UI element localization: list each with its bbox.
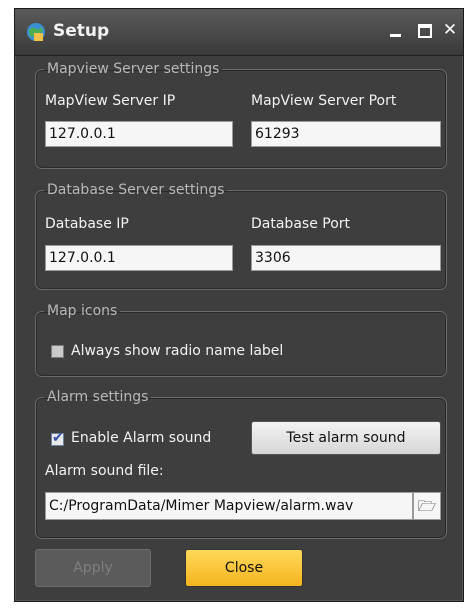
folder-open-icon[interactable]: 🗁 bbox=[413, 492, 441, 520]
enable-alarm-label[interactable]: Enable Alarm sound bbox=[71, 430, 211, 446]
mapview-port-label: MapView Server Port bbox=[251, 93, 397, 109]
close-button[interactable]: Close bbox=[185, 549, 303, 587]
database-ip-input[interactable] bbox=[45, 245, 233, 271]
minimize-icon[interactable] bbox=[385, 19, 407, 41]
mapview-ip-input[interactable] bbox=[45, 121, 233, 147]
show-radio-name-label[interactable]: Always show radio name label bbox=[71, 343, 283, 359]
enable-alarm-checkbox[interactable] bbox=[51, 430, 64, 446]
setup-dialog: Setup ✕ Mapview Server settings MapView … bbox=[14, 8, 464, 602]
show-radio-name-checkbox[interactable] bbox=[51, 345, 64, 358]
window-title: Setup bbox=[53, 21, 110, 41]
title-bar[interactable]: Setup ✕ bbox=[15, 9, 463, 56]
apply-button[interactable]: Apply bbox=[35, 549, 151, 587]
mapview-server-group: Mapview Server settings bbox=[35, 61, 447, 169]
alarm-file-input[interactable] bbox=[45, 492, 413, 520]
maximize-icon[interactable] bbox=[413, 19, 435, 41]
database-port-label: Database Port bbox=[251, 216, 351, 232]
mapview-server-legend: Mapview Server settings bbox=[47, 61, 220, 77]
database-port-input[interactable] bbox=[251, 245, 441, 271]
database-server-legend: Database Server settings bbox=[47, 182, 225, 198]
database-server-group: Database Server settings bbox=[35, 182, 447, 290]
map-icons-legend: Map icons bbox=[47, 303, 118, 319]
map-icons-group: Map icons bbox=[35, 303, 447, 377]
mapview-port-input[interactable] bbox=[251, 121, 441, 147]
close-icon[interactable]: ✕ bbox=[439, 19, 461, 41]
test-alarm-button[interactable]: Test alarm sound bbox=[251, 421, 441, 455]
database-ip-label: Database IP bbox=[45, 216, 129, 232]
alarm-settings-legend: Alarm settings bbox=[47, 389, 149, 405]
app-globe-icon bbox=[27, 23, 45, 41]
mapview-ip-label: MapView Server IP bbox=[45, 93, 176, 109]
alarm-file-label: Alarm sound file: bbox=[45, 463, 164, 479]
